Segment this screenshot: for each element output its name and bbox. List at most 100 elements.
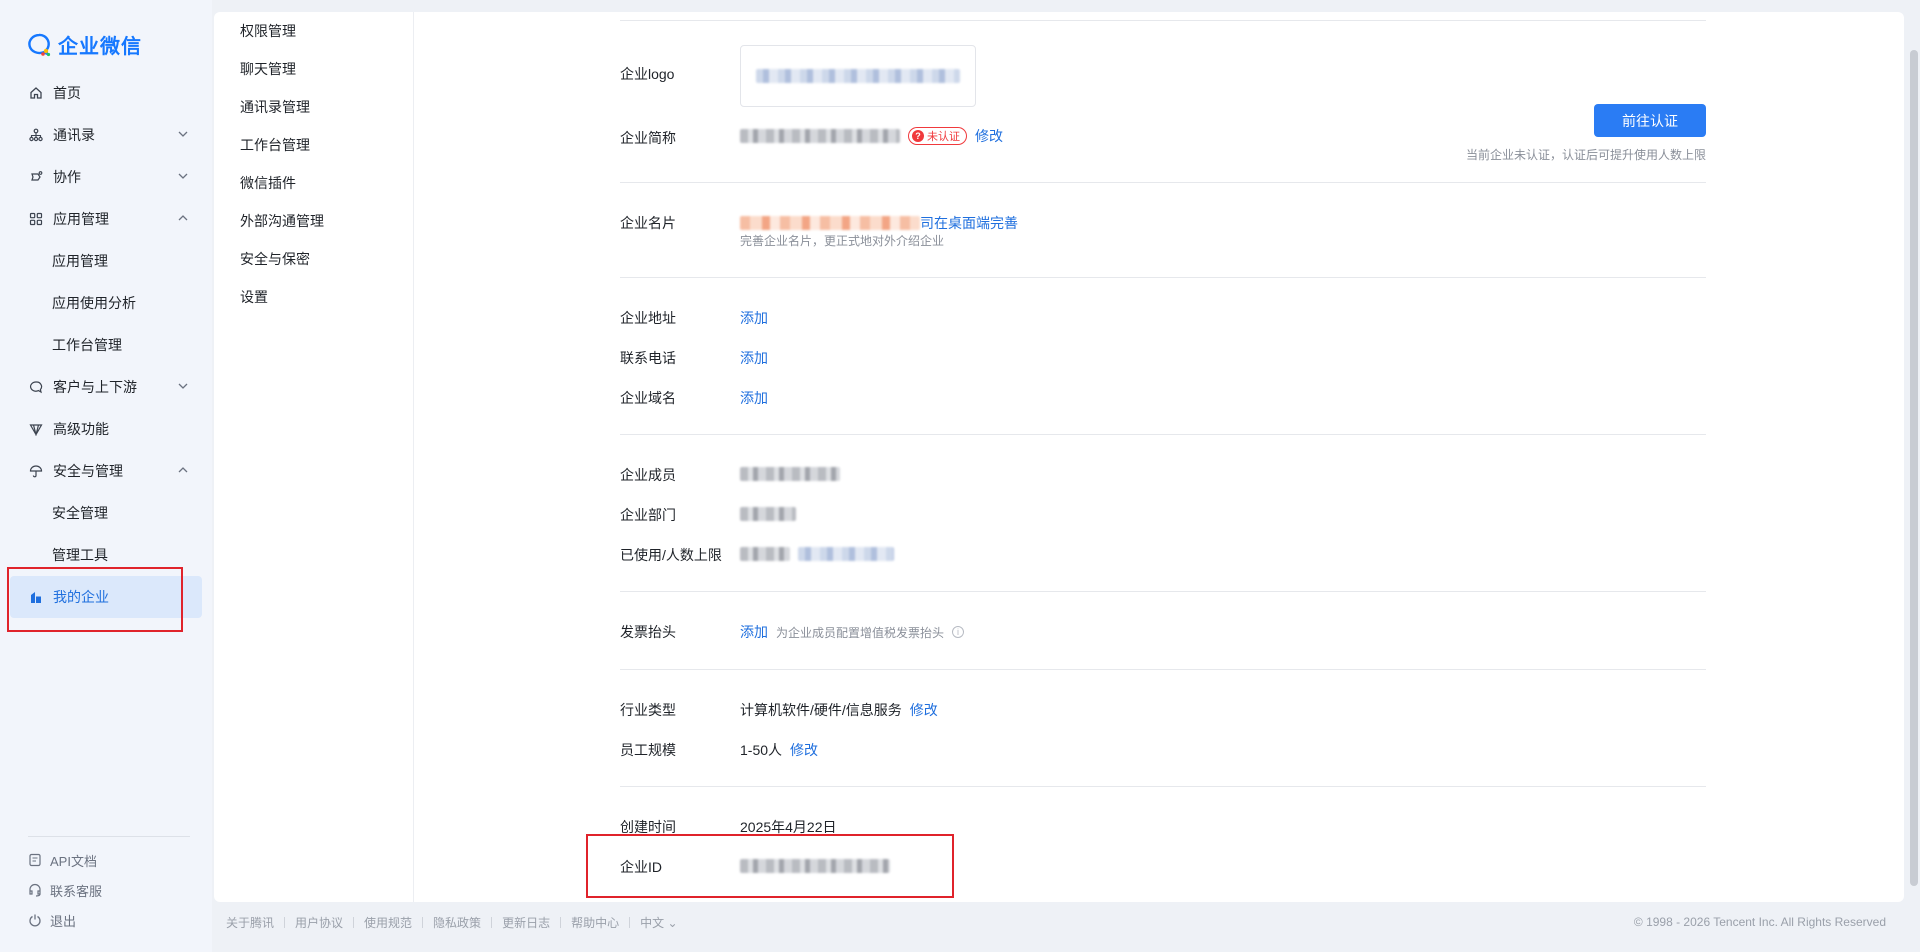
sidebar-item-contacts[interactable]: 通讯录	[10, 114, 202, 156]
invoice-value: 添加 为企业成员配置增值税发票抬头 i	[740, 622, 965, 642]
unverified-badge-text: 未认证	[927, 131, 960, 143]
page-scrollbar[interactable]	[1910, 50, 1918, 886]
subnav-item-contacts[interactable]: 通讯录管理	[214, 88, 413, 126]
scale-text: 1-50人	[740, 742, 783, 758]
card-complete-link[interactable]: 司在桌面端完善	[920, 213, 1018, 233]
sidebar-item-home[interactable]: 首页	[10, 72, 202, 114]
sidebar-footer-support[interactable]: 联系客服	[28, 875, 190, 905]
sidebar-item-label: 管理工具	[52, 547, 108, 563]
industry-value: 计算机软件/硬件/信息服务 修改	[740, 700, 938, 720]
chevron-down-icon[interactable]	[176, 379, 190, 393]
sidebar-subitem-app-usage-analysis[interactable]: 应用使用分析	[10, 282, 202, 324]
usage-value	[740, 547, 894, 561]
subnav-item-chat[interactable]: 聊天管理	[214, 50, 413, 88]
verify-hint: 当前企业未认证，认证后可提升使用人数上限	[1465, 148, 1706, 162]
sidebar-footer: API文档 联系客服 退出	[28, 836, 190, 935]
subnav-item-workbench[interactable]: 工作台管理	[214, 126, 413, 164]
diamond-icon	[28, 421, 44, 437]
page-footer: 关于腾讯 用户协议 使用规范 隐私政策 更新日志 帮助中心 中文 ⌄ © 199…	[226, 912, 1886, 932]
add-phone-link[interactable]: 添加	[740, 348, 768, 368]
divider	[620, 277, 1706, 278]
edit-scale-link[interactable]: 修改	[790, 740, 818, 760]
main-card: 权限管理 聊天管理 通讯录管理 工作台管理 微信插件 外部沟通管理 安全与保密 …	[214, 12, 1904, 902]
sidebar-footer-label: API文档	[50, 853, 97, 869]
footer-link-about[interactable]: 关于腾讯	[226, 914, 274, 931]
chevron-up-icon[interactable]	[176, 211, 190, 225]
headset-icon	[29, 883, 41, 897]
subnav-item-settings[interactable]: 设置	[214, 278, 413, 316]
language-selector[interactable]: 中文 ⌄	[640, 914, 677, 931]
sidebar-item-label: 首页	[53, 85, 81, 101]
sidebar-subitem-security[interactable]: 安全管理	[10, 492, 202, 534]
sidebar-item-security-management[interactable]: 安全与管理	[10, 450, 202, 492]
chat-bubble-icon	[28, 379, 44, 395]
separator	[491, 916, 493, 928]
divider	[620, 786, 1706, 787]
usage-redacted	[740, 547, 790, 561]
subnav-item-wechat-plugin[interactable]: 微信插件	[214, 164, 413, 202]
sidebar-footer-label: 退出	[50, 913, 77, 929]
invoice-hint: 为企业成员配置增值税发票抬头	[776, 625, 945, 640]
add-domain-link[interactable]: 添加	[740, 388, 768, 408]
settings-subnav: 权限管理 聊天管理 通讯录管理 工作台管理 微信插件 外部沟通管理 安全与保密 …	[214, 12, 414, 902]
logo-label: 企业logo	[620, 66, 675, 82]
depts-value	[740, 507, 796, 521]
sidebar-item-customers[interactable]: 客户与上下游	[10, 366, 202, 408]
sidebar-item-app-management[interactable]: 应用管理	[10, 198, 202, 240]
subnav-item-security-privacy[interactable]: 安全与保密	[214, 240, 413, 278]
separator	[353, 916, 355, 928]
sidebar-item-label: 安全与管理	[53, 463, 123, 479]
chevron-up-icon[interactable]	[176, 463, 190, 477]
footer-link-agreement[interactable]: 用户协议	[295, 914, 343, 931]
industry-label: 行业类型	[620, 702, 676, 718]
divider	[620, 182, 1706, 183]
invoice-label: 发票抬头	[620, 624, 676, 640]
sidebar-nav: 首页 通讯录 协作 应用管理 应用管理 应用使用分析 工作台管理 客户与上下游	[10, 72, 202, 618]
add-address-link[interactable]: 添加	[740, 308, 768, 328]
edit-short-name-link[interactable]: 修改	[975, 126, 1003, 146]
sidebar-item-collab[interactable]: 协作	[10, 156, 202, 198]
sidebar-footer-api-docs[interactable]: API文档	[28, 845, 190, 875]
org-tree-icon	[28, 127, 44, 143]
brand-name: 企业微信	[58, 36, 142, 58]
copyright: © 1998 - 2026 Tencent Inc. All Rights Re…	[1633, 915, 1886, 929]
info-icon[interactable]: i	[952, 626, 965, 638]
edit-industry-link[interactable]: 修改	[910, 700, 938, 720]
sidebar-item-label: 安全管理	[52, 505, 108, 521]
subnav-item-external-comm[interactable]: 外部沟通管理	[214, 202, 413, 240]
sidebar-subitem-app-management[interactable]: 应用管理	[10, 240, 202, 282]
sidebar-item-label: 通讯录	[53, 127, 95, 143]
brand-logo[interactable]: 企业微信	[26, 30, 142, 59]
enterprise-logo-box[interactable]	[740, 45, 976, 107]
chevron-down-icon[interactable]	[176, 169, 190, 183]
footer-link-privacy[interactable]: 隐私政策	[433, 914, 481, 931]
members-value	[740, 467, 840, 481]
sidebar-item-label: 应用使用分析	[52, 295, 136, 311]
footer-link-changelog[interactable]: 更新日志	[502, 914, 550, 931]
sidebar-footer-logout[interactable]: 退出	[28, 905, 190, 935]
footer-links: 关于腾讯 用户协议 使用规范 隐私政策 更新日志 帮助中心 中文 ⌄	[226, 914, 678, 931]
annotation-highlight-corp-id	[586, 834, 954, 898]
footer-link-rules[interactable]: 使用规范	[364, 914, 412, 931]
sidebar-item-label: 客户与上下游	[53, 379, 137, 395]
language-label: 中文	[640, 915, 665, 930]
separator	[560, 916, 562, 928]
power-icon	[29, 914, 41, 927]
depts-redacted	[740, 507, 796, 521]
unverified-badge[interactable]: ? 未认证	[908, 127, 967, 145]
question-icon: ?	[912, 130, 924, 142]
phone-label: 联系电话	[620, 350, 676, 366]
divider	[620, 591, 1706, 592]
sidebar-item-advanced[interactable]: 高级功能	[10, 408, 202, 450]
card-redacted	[740, 216, 920, 230]
separator	[284, 916, 286, 928]
usage-label: 已使用/人数上限	[620, 547, 722, 563]
sidebar-subitem-workbench-management[interactable]: 工作台管理	[10, 324, 202, 366]
add-invoice-link[interactable]: 添加	[740, 622, 768, 642]
members-label: 企业成员	[620, 467, 676, 483]
verify-button[interactable]: 前往认证	[1594, 104, 1706, 137]
sidebar-item-label: 高级功能	[53, 421, 109, 437]
chevron-down-icon[interactable]	[176, 127, 190, 141]
footer-link-help[interactable]: 帮助中心	[571, 914, 619, 931]
subnav-item-permissions[interactable]: 权限管理	[214, 12, 413, 50]
